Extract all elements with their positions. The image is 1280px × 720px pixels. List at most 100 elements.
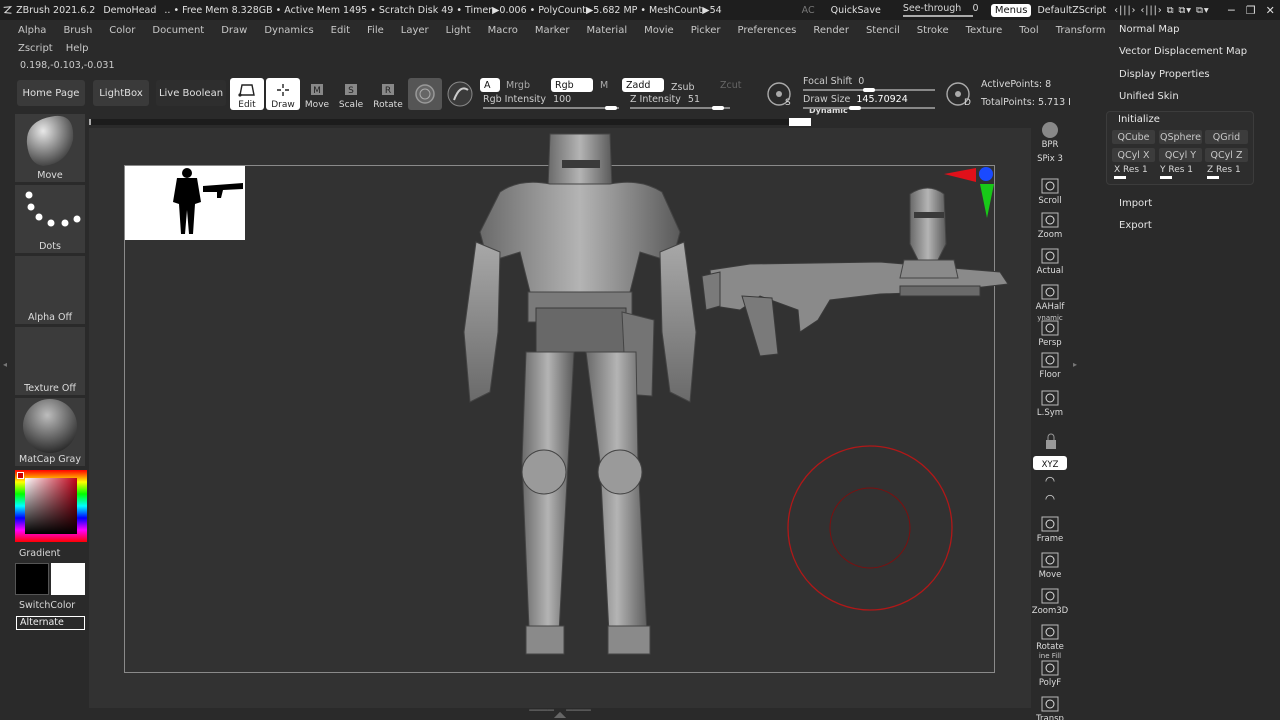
minimize-icon[interactable]: ─ [1222,4,1241,17]
rgb-intensity-slider[interactable]: Rgb Intensity 100 [483,94,619,110]
lsym-button[interactable]: L.Sym [1033,386,1067,418]
normal-map-button[interactable]: Normal Map [1119,24,1179,35]
lock-button[interactable] [1033,420,1067,452]
bottom-panel-handle[interactable]: ▔▔▔▔◢◣▔▔▔▔ [500,710,620,719]
alpha-selector[interactable]: Alpha Off [15,256,85,324]
x-res-slider[interactable]: X Res 1 [1114,165,1148,179]
zcut-toggle[interactable]: Zcut [716,78,756,92]
unified-skin-button[interactable]: Unified Skin [1119,91,1179,102]
navigation-thumbnail[interactable] [125,166,245,240]
quicksave-button[interactable]: QuickSave [831,5,881,16]
layout-icons[interactable]: ‹|||› ‹|||› ⧉ ⧉▾ ⧉▾ [1114,5,1209,16]
actual-button[interactable]: Actual [1033,244,1067,276]
scroll-button[interactable]: Scroll [1033,174,1067,206]
xyz-button[interactable]: XYZ [1033,456,1067,470]
menu-stroke[interactable]: Stroke [917,25,949,36]
menu-zscript[interactable]: Zscript [18,43,53,54]
menu-movie[interactable]: Movie [644,25,674,36]
stroke-selector[interactable]: Dots [15,185,85,253]
qcube-button[interactable]: QCube [1112,130,1155,144]
s-brush-size-icon[interactable]: S [765,80,795,110]
menus-toggle[interactable]: Menus [990,3,1032,17]
qcyl-y-button[interactable]: QCyl Y [1159,148,1202,162]
spix-button[interactable]: SPix 3 [1033,150,1067,164]
home-page-button[interactable]: Home Page [17,80,85,106]
material-selector[interactable]: MatCap Gray [15,398,85,466]
gradient-label[interactable]: Gradient [19,548,87,559]
rotate-tool-button[interactable]: R Rotate [371,78,405,110]
z-intensity-slider[interactable]: Z Intensity 51 [630,94,730,110]
close-icon[interactable]: ✕ [1261,4,1280,17]
right-panel-collapse-icon[interactable]: ▸ [1073,360,1077,369]
menu-color[interactable]: Color [109,25,135,36]
secondary-color-swatch[interactable] [15,563,49,595]
qcyl-x-button[interactable]: QCyl X [1112,148,1155,162]
display-properties-button[interactable]: Display Properties [1119,69,1210,80]
edit-tool-button[interactable]: Edit [230,78,264,110]
y-res-slider[interactable]: Y Res 1 [1160,165,1193,179]
zoom-button[interactable]: Zoom [1033,208,1067,240]
menu-file[interactable]: File [367,25,384,36]
menu-edit[interactable]: Edit [331,25,350,36]
menu-preferences[interactable]: Preferences [738,25,797,36]
focal-shift-slider[interactable]: Focal Shift 0 [803,76,935,92]
texture-selector[interactable]: Texture Off [15,327,85,395]
scale-tool-button[interactable]: S Scale [334,78,368,110]
zadd-toggle[interactable]: Zadd [622,78,664,92]
menu-help[interactable]: Help [66,43,89,54]
frame-button[interactable]: Frame [1033,512,1067,544]
rgb-toggle[interactable]: Rgb [551,78,593,92]
rotate-view-button[interactable]: Rotate [1033,620,1067,652]
menu-light[interactable]: Light [446,25,471,36]
qgrid-button[interactable]: QGrid [1205,130,1248,144]
switchcolor-button[interactable]: SwitchColor [19,600,87,611]
timeline-track[interactable] [89,119,811,125]
z-res-slider[interactable]: Z Res 1 [1207,165,1241,179]
menu-document[interactable]: Document [152,25,204,36]
polyf-button[interactable]: PolyF [1033,656,1067,688]
rotate-y-button[interactable] [1033,474,1067,490]
rotate-z-button[interactable] [1033,492,1067,508]
brush-selector[interactable]: Move [15,114,85,182]
see-through-slider[interactable]: See-through 0 [902,3,979,17]
menu-transform[interactable]: Transform [1056,25,1106,36]
mrgb-toggle[interactable]: Mrgb [502,78,546,92]
menu-macro[interactable]: Macro [488,25,518,36]
menu-alpha[interactable]: Alpha [18,25,46,36]
restore-icon[interactable]: ❐ [1241,4,1260,17]
lightbox-button[interactable]: LightBox [93,80,149,106]
orientation-axis-icon[interactable] [940,162,998,224]
alternate-toggle[interactable]: Alternate [16,616,85,630]
sculptris-pro-button[interactable] [408,78,442,110]
default-zscript-button[interactable]: DefaultZScript [1037,5,1106,16]
color-picker[interactable] [15,470,87,542]
live-boolean-button[interactable]: Live Boolean [156,80,226,106]
floor-button[interactable]: Floor [1033,348,1067,380]
bpr-button[interactable]: BPR [1033,116,1067,150]
qsphere-button[interactable]: QSphere [1159,130,1202,144]
menu-layer[interactable]: Layer [401,25,429,36]
qcyl-z-button[interactable]: QCyl Z [1205,148,1248,162]
menu-texture[interactable]: Texture [966,25,1003,36]
draw-tool-button[interactable]: Draw [266,78,300,110]
menu-tool[interactable]: Tool [1019,25,1038,36]
menu-stencil[interactable]: Stencil [866,25,900,36]
left-panel-collapse-icon[interactable]: ◂ [3,360,7,369]
menu-marker[interactable]: Marker [535,25,570,36]
menu-material[interactable]: Material [586,25,627,36]
a-toggle[interactable]: A [480,78,500,92]
move-tool-button[interactable]: M Move [300,78,334,110]
d-brush-depth-icon[interactable]: D [944,80,974,110]
transp-button[interactable]: Transp [1033,692,1067,720]
main-color-swatch[interactable] [51,563,85,595]
menu-dynamics[interactable]: Dynamics [264,25,313,36]
aahalf-button[interactable]: AAHalf [1033,280,1067,312]
draw-size-slider[interactable]: Draw Size 145.70924 Dynamic [803,94,935,115]
timeline-handle[interactable] [789,118,811,126]
menu-draw[interactable]: Draw [221,25,247,36]
gizmo-toggle-icon[interactable] [446,80,474,108]
zoom3d-button[interactable]: Zoom3D [1032,584,1068,616]
import-button[interactable]: Import [1119,198,1152,209]
move-view-button[interactable]: Move [1033,548,1067,580]
zsub-toggle[interactable]: Zsub [667,80,707,94]
